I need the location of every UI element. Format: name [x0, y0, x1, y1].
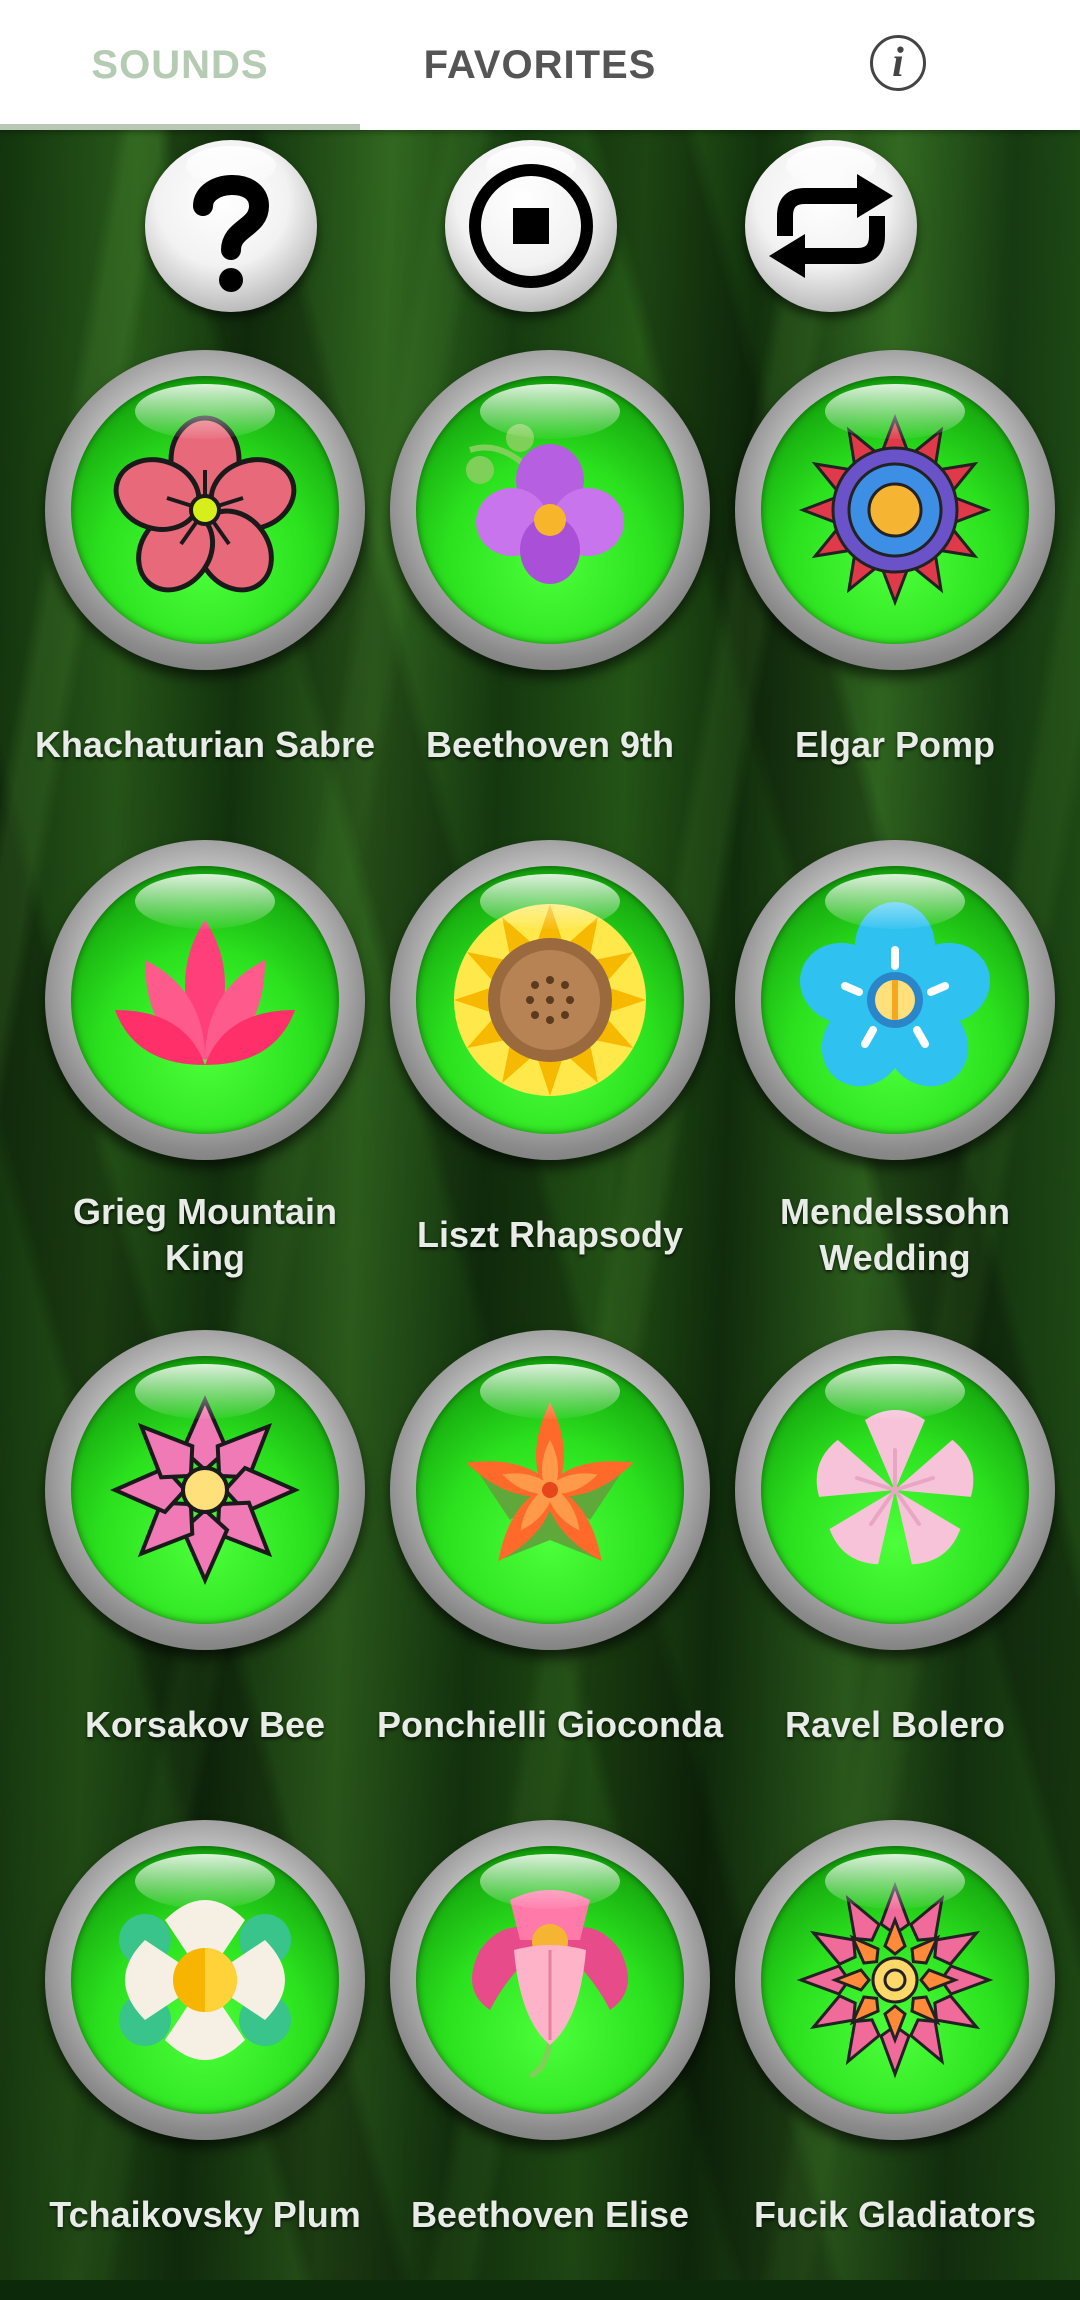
sound-button[interactable]: [45, 350, 365, 670]
sound-item: Tchaikovsky Plum: [40, 1820, 370, 2300]
pink-bell-flower-icon: [472, 1890, 628, 2079]
stop-icon: [469, 164, 593, 288]
stop-button[interactable]: [445, 140, 617, 312]
sound-label: Korsakov Bee: [84, 1704, 326, 1745]
sound-label: Fucik Gladiators: [753, 2194, 1037, 2235]
active-tab-indicator: [0, 124, 360, 130]
sound-button[interactable]: [735, 1820, 1055, 2140]
white-plum-flower-icon: [119, 1900, 291, 2060]
sound-item: Khachaturian Sabre: [35, 350, 375, 830]
sound-button[interactable]: [390, 840, 710, 1160]
sound-item: Fucik Gladiators: [730, 1820, 1060, 2300]
info-glyph: i: [892, 40, 904, 86]
sound-button[interactable]: [390, 1820, 710, 2140]
purple-orchid-icon: [466, 424, 624, 584]
sound-button[interactable]: [390, 350, 710, 670]
sound-label: Ponchielli Gioconda: [376, 1704, 724, 1745]
sound-item: Korsakov Bee: [40, 1330, 370, 1810]
sound-button[interactable]: [735, 350, 1055, 670]
pink-chrysanthemum-icon: [796, 1881, 994, 2079]
sound-label: Tchaikovsky Plum: [49, 2194, 361, 2235]
repeat-button[interactable]: [745, 140, 917, 312]
sound-item: Liszt Rhapsody: [385, 840, 715, 1320]
sound-item: Beethoven 9th: [385, 350, 715, 830]
sound-label: Grieg Mountain King: [73, 1191, 337, 1278]
lotus-icon: [115, 920, 295, 1065]
orange-lily-icon: [466, 1402, 634, 1562]
sound-label: Elgar Pomp: [794, 724, 996, 765]
sound-button[interactable]: [45, 840, 365, 1160]
mandala-flower-icon: [798, 413, 992, 607]
sound-item: Ponchielli Gioconda: [377, 1330, 723, 1810]
sound-label: Mendelssohn Wedding: [779, 1191, 1011, 1278]
sound-button[interactable]: [735, 840, 1055, 1160]
sunflower-icon: [454, 904, 646, 1096]
help-button[interactable]: [145, 140, 317, 312]
sound-label: Khachaturian Sabre: [34, 724, 376, 765]
tab-favorites[interactable]: FAVORITES: [360, 0, 720, 130]
info-icon[interactable]: i: [870, 35, 926, 91]
sound-item: Grieg Mountain King: [40, 840, 370, 1320]
pink-flower-icon: [113, 415, 297, 593]
sound-item: Mendelssohn Wedding: [730, 840, 1060, 1320]
repeat-icon: [769, 174, 893, 278]
sound-item: Beethoven Elise: [385, 1820, 715, 2300]
blue-flower-icon: [800, 902, 990, 1087]
sound-label: Beethoven Elise: [410, 2194, 690, 2235]
sound-button[interactable]: [390, 1330, 710, 1650]
sound-button[interactable]: [45, 1820, 365, 2140]
sound-button[interactable]: [45, 1330, 365, 1650]
cherry-blossom-icon: [816, 1410, 974, 1565]
question-mark-icon: [193, 175, 270, 292]
sound-label: Liszt Rhapsody: [416, 1214, 684, 1255]
sound-item: Ravel Bolero: [730, 1330, 1060, 1810]
tab-sounds[interactable]: SOUNDS: [0, 0, 360, 130]
sound-button[interactable]: [735, 1330, 1055, 1650]
sound-label: Ravel Bolero: [784, 1704, 1006, 1745]
tab-bar: SOUNDS FAVORITES i: [0, 0, 1080, 130]
sound-label: Beethoven 9th: [425, 724, 675, 765]
sound-item: Elgar Pomp: [730, 350, 1060, 830]
pink-dahlia-icon: [110, 1395, 300, 1585]
